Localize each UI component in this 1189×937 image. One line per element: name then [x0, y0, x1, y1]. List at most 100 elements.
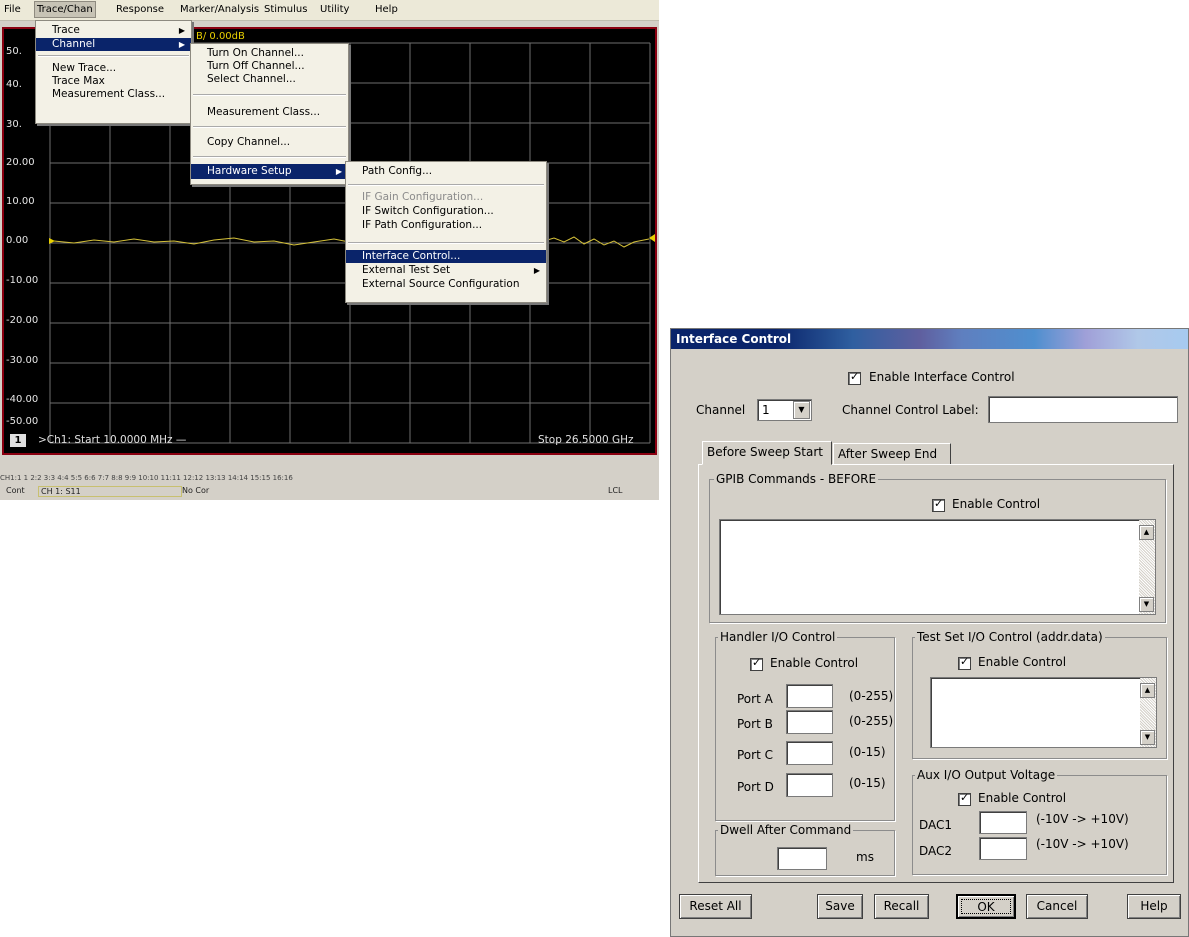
gpib-commands-textarea[interactable]: ▲ ▼ — [719, 519, 1156, 615]
menu-item-path-config[interactable]: Path Config... — [346, 165, 546, 178]
menu-item-external-source-config[interactable]: External Source Configuration — [346, 278, 546, 291]
aux-enable-checkbox[interactable] — [958, 791, 971, 806]
port-a-label: Port A — [737, 692, 773, 706]
dac1-input[interactable] — [979, 811, 1027, 834]
trace-scale-label: B/ 0.00dB — [196, 31, 245, 42]
dwell-unit: ms — [856, 850, 874, 864]
dialog-title-bar[interactable]: Interface Control — [671, 329, 1188, 349]
plot-bottom-bar — [2, 455, 657, 469]
menu-item-measurement-class[interactable]: Measurement Class... — [191, 106, 348, 119]
gpib-enable-label: Enable Control — [952, 497, 1041, 511]
menu-item-label: Trace — [52, 24, 80, 36]
channel-control-label-caption: Channel Control Label: — [842, 403, 979, 417]
test-set-enable-label: Enable Control — [978, 655, 1067, 669]
port-d-label: Port D — [737, 780, 774, 794]
port-c-range: (0-15) — [849, 745, 886, 759]
submenu-arrow-icon: ▶ — [178, 26, 185, 35]
scroll-up-icon[interactable]: ▲ — [1139, 525, 1154, 540]
menu-item-copy-channel[interactable]: Copy Channel... — [191, 136, 348, 149]
menu-trace-chan[interactable]: Trace/Chan — [34, 1, 96, 18]
port-c-input[interactable] — [786, 741, 833, 765]
menu-item-measurement-class[interactable]: Measurement Class... — [36, 88, 191, 101]
menu-item-if-path-config[interactable]: IF Path Configuration... — [346, 219, 546, 232]
chevron-down-icon[interactable]: ▼ — [793, 401, 810, 419]
save-button[interactable]: Save — [817, 894, 863, 919]
menu-item-if-switch-config[interactable]: IF Switch Configuration... — [346, 205, 546, 218]
y-label: 0.00 — [6, 235, 29, 246]
interface-control-dialog: Interface Control Enable Interface Contr… — [670, 328, 1189, 937]
menu-item-interface-control[interactable]: Interface Control... — [346, 250, 546, 263]
channel-label: Channel — [696, 403, 746, 417]
handler-enable-label: Enable Control — [770, 656, 859, 670]
stop-frequency: Stop 26.5000 GHz — [538, 434, 634, 446]
submenu-arrow-icon: ▶ — [533, 266, 540, 275]
dac2-input[interactable] — [979, 837, 1027, 860]
menu-item-channel[interactable]: Channel ▶ — [36, 38, 191, 51]
menu-item-turn-on-channel[interactable]: Turn On Channel... — [191, 47, 348, 60]
recall-button[interactable]: Recall — [874, 894, 929, 919]
port-a-range: (0-255) — [849, 689, 894, 703]
menu-separator — [193, 126, 346, 128]
port-d-input[interactable] — [786, 773, 833, 797]
scroll-down-icon[interactable]: ▼ — [1139, 597, 1154, 612]
y-label: -10.00 — [6, 275, 39, 286]
enable-interface-checkbox[interactable] — [848, 370, 861, 385]
channel-select[interactable]: 1 ▼ — [757, 399, 812, 421]
y-label: -40.00 — [6, 394, 39, 405]
menu-marker-analysis[interactable]: Marker/Analysis — [180, 3, 259, 16]
y-label: 50. — [6, 46, 22, 57]
menu-item-select-channel[interactable]: Select Channel... — [191, 73, 348, 86]
test-set-commands-textarea[interactable]: ▲ ▼ — [930, 677, 1157, 748]
ok-button[interactable]: OK — [956, 894, 1016, 919]
dwell-group-label: Dwell After Command — [718, 823, 854, 837]
aux-group-label: Aux I/O Output Voltage — [915, 768, 1058, 782]
sweep-mode: Cont — [6, 486, 25, 495]
menu-item-new-trace[interactable]: New Trace... — [36, 62, 191, 75]
active-channel-param: CH 1: S11 — [38, 486, 182, 497]
help-button[interactable]: Help — [1127, 894, 1181, 919]
scroll-up-icon[interactable]: ▲ — [1140, 683, 1155, 698]
channel-strip[interactable]: CH1:1 1 2:2 3:3 4:4 5:5 6:6 7:7 8:8 9:9 … — [0, 474, 293, 482]
menu-item-hardware-setup[interactable]: Hardware Setup ▶ — [191, 164, 348, 179]
channel-number-badge[interactable]: 1 — [10, 434, 26, 447]
handler-enable-checkbox[interactable] — [750, 656, 763, 671]
menu-item-trace-max[interactable]: Trace Max — [36, 75, 191, 88]
trace-chan-menu: Trace ▶ Channel ▶ New Trace... Trace Max M… — [35, 20, 192, 124]
menu-separator — [193, 156, 346, 158]
menu-item-external-test-set[interactable]: External Test Set ▶ — [346, 264, 546, 277]
start-frequency: >Ch1: Start 10.0000 MHz — — [38, 434, 187, 446]
port-a-input[interactable] — [786, 684, 833, 708]
channel-control-label-input[interactable] — [988, 396, 1178, 423]
aux-enable-label: Enable Control — [978, 791, 1067, 805]
tab-before-sweep-start[interactable]: Before Sweep Start — [702, 441, 832, 465]
menu-stimulus[interactable]: Stimulus — [264, 3, 307, 16]
y-label: -20.00 — [6, 315, 39, 326]
port-b-input[interactable] — [786, 710, 833, 734]
menu-item-trace[interactable]: Trace ▶ — [36, 24, 191, 37]
menu-separator — [38, 55, 189, 57]
menu-utility[interactable]: Utility — [320, 3, 349, 16]
vna-window: File Trace/Chan Response Marker/Analysis… — [0, 0, 659, 500]
menu-file[interactable]: File — [4, 3, 21, 16]
tab-after-sweep-end[interactable]: After Sweep End — [833, 443, 951, 465]
test-set-group-label: Test Set I/O Control (addr.data) — [915, 630, 1105, 644]
channel-submenu: Turn On Channel... Turn Off Channel... S… — [190, 43, 349, 185]
y-label: 20.00 — [6, 157, 35, 168]
port-b-range: (0-255) — [849, 714, 894, 728]
port-c-label: Port C — [737, 748, 773, 762]
menu-item-label: External Test Set — [362, 264, 451, 276]
gpib-enable-checkbox[interactable] — [932, 497, 945, 512]
menu-response[interactable]: Response — [116, 3, 164, 16]
test-set-enable-checkbox[interactable] — [958, 655, 971, 670]
menu-item-turn-off-channel[interactable]: Turn Off Channel... — [191, 60, 348, 73]
cancel-button[interactable]: Cancel — [1026, 894, 1088, 919]
reset-all-button[interactable]: Reset All — [679, 894, 752, 919]
y-label: 10.00 — [6, 196, 35, 207]
dac1-label: DAC1 — [919, 818, 953, 832]
y-label: -30.00 — [6, 355, 39, 366]
menu-help[interactable]: Help — [375, 3, 398, 16]
dwell-input[interactable] — [777, 847, 827, 870]
scroll-down-icon[interactable]: ▼ — [1140, 730, 1155, 745]
y-label: 40. — [6, 79, 22, 90]
dac2-label: DAC2 — [919, 844, 953, 858]
